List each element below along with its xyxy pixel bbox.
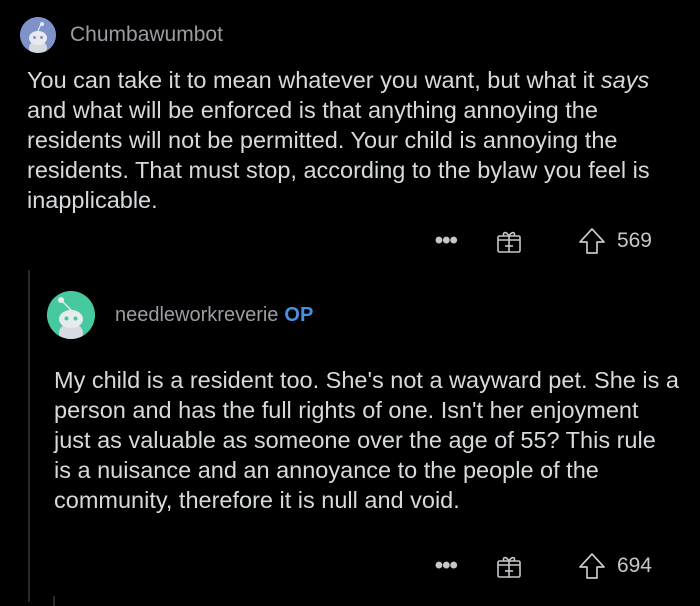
comment-header: needleworkreverie OP <box>47 291 313 339</box>
upvote-arrow-icon[interactable] <box>577 551 607 581</box>
vote-score: 569 <box>616 229 652 252</box>
comment-text: You can take it to mean whatever you wan… <box>27 67 601 93</box>
comment-actions: ••• 569 <box>435 226 652 256</box>
vote-score: 694 <box>616 554 652 577</box>
snoo-avatar-icon[interactable] <box>20 17 56 53</box>
more-options-button[interactable]: ••• <box>435 554 458 578</box>
comment-actions: ••• 694 <box>435 551 652 581</box>
snoo-avatar-icon[interactable] <box>47 291 95 339</box>
gift-award-icon[interactable] <box>495 552 523 580</box>
comment-body: My child is a resident too. She's not a … <box>54 367 679 513</box>
username[interactable]: needleworkreverie <box>115 304 278 327</box>
comment: Chumbawumbot You can take it to mean wha… <box>0 0 700 262</box>
upvote-arrow-icon[interactable] <box>577 226 607 256</box>
username[interactable]: Chumbawumbot <box>70 23 223 47</box>
comment-header: Chumbawumbot <box>20 17 223 53</box>
comment-body: You can take it to mean whatever you wan… <box>27 65 677 215</box>
more-options-button[interactable]: ••• <box>435 229 458 253</box>
comment-text-emphasis: says <box>600 67 650 93</box>
op-badge: OP <box>284 303 314 326</box>
reply-comment: needleworkreverie OP My child is a resid… <box>0 262 700 602</box>
nested-thread-line[interactable] <box>53 596 55 606</box>
gift-award-icon[interactable] <box>495 227 523 255</box>
comment-text: and what will be enforced is that anythi… <box>27 97 650 213</box>
